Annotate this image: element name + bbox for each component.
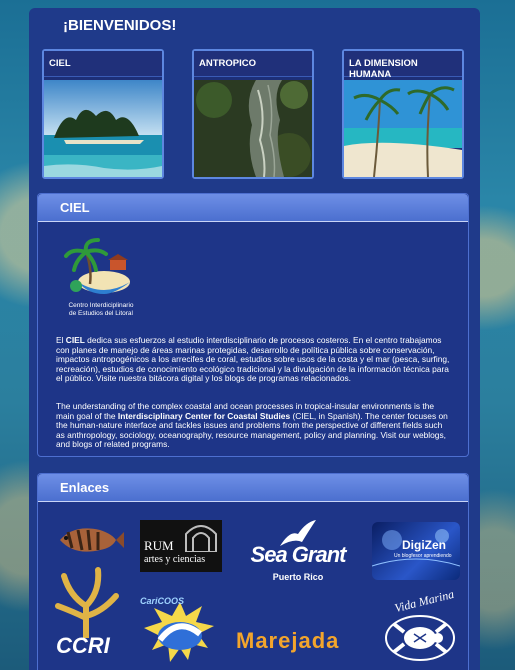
ciel-description-en: The understanding of the complex coastal… [38, 401, 470, 450]
ciel-en-bold: Interdisciplinary Center for Coastal Stu… [117, 410, 291, 421]
link-ccri[interactable]: CCRI [50, 566, 130, 666]
enlaces-panel: Enlaces RUM artes y ciencias Sea Grant P… [37, 473, 469, 670]
page-background: { "welcome": { "title": "¡BIENVENIDOS!" … [0, 0, 515, 670]
digizen-subtitle: Un blogfesor aprendiendo [394, 553, 452, 559]
link-digizen[interactable]: DigiZen Un blogfesor aprendiendo [372, 522, 460, 580]
main-container: ¡BIENVENIDOS! CIEL ANTROPICO LA DIMENSIO… [29, 8, 480, 670]
link-grouper-fish[interactable] [54, 520, 124, 560]
link-caricoos[interactable]: CariCOOS [140, 596, 222, 670]
ciel-logo-text-line2: de Estudios del Litoral [69, 310, 133, 317]
caricoos-title: CariCOOS [140, 596, 185, 606]
link-marejada[interactable]: Marejada [234, 624, 362, 660]
link-rum[interactable]: RUM artes y ciencias [140, 520, 222, 572]
rum-title: RUM [144, 538, 174, 553]
ciel-heading: CIEL [38, 194, 468, 222]
ccri-title: CCRI [56, 633, 110, 658]
card-ciel-image[interactable] [44, 80, 162, 177]
card-dimension-humana-image[interactable] [344, 80, 462, 177]
sea-grant-title: Sea Grant [250, 542, 347, 567]
card-antropico-label: ANTROPICO [194, 51, 312, 77]
ciel-logo[interactable]: Centro Interdiciplinario de Estudios del… [56, 238, 146, 324]
enlaces-heading: Enlaces [38, 474, 468, 502]
link-sea-grant[interactable]: Sea Grant Puerto Rico [242, 520, 354, 590]
card-antropico[interactable]: ANTROPICO [192, 49, 314, 179]
digizen-title: DigiZen [402, 538, 446, 552]
card-antropico-image[interactable] [194, 80, 312, 177]
ciel-description-es: El CIEL dedica sus esfuerzos al estudio … [38, 335, 470, 384]
welcome-title: ¡BIENVENIDOS! [63, 17, 177, 34]
card-ciel-label: CIEL [44, 51, 162, 77]
rum-subtitle: artes y ciencias [144, 554, 206, 565]
marejada-title: Marejada [236, 628, 340, 653]
card-ciel[interactable]: CIEL [42, 49, 164, 179]
ciel-panel: CIEL Centro Interdiciplinario de Estudio… [37, 193, 469, 457]
ciel-logo-text-line1: Centro Interdiciplinario [68, 302, 134, 309]
sea-grant-subtitle: Puerto Rico [272, 572, 324, 582]
ciel-es-pre: El [56, 335, 66, 345]
card-dimension-humana-label: LA DIMENSION HUMANA [344, 51, 462, 80]
card-dimension-humana[interactable]: LA DIMENSION HUMANA [342, 49, 464, 179]
ciel-es-bold: CIEL [65, 335, 85, 345]
ciel-es-post: dedica sus esfuerzos al estudio interdis… [56, 335, 450, 384]
link-vida-marina[interactable]: Vida Marina [380, 590, 462, 666]
